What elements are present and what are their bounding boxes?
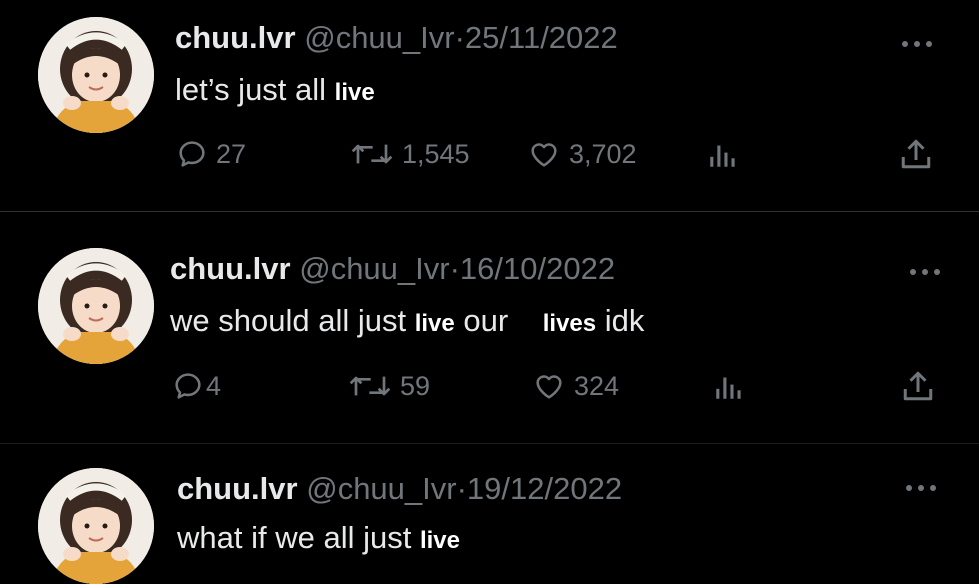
action-bar: 4 59 324 [0, 364, 979, 408]
avatar-image [38, 248, 154, 364]
separator: · [456, 471, 467, 506]
separator: · [449, 251, 460, 286]
reply-button[interactable]: 27 [176, 132, 246, 176]
views-button[interactable] [712, 364, 746, 408]
avatar[interactable] [38, 17, 154, 133]
retweet-icon [349, 376, 391, 396]
more-button[interactable] [902, 480, 940, 491]
username-handle[interactable]: @chuu_Ivr [299, 251, 449, 286]
share-icon [903, 371, 933, 401]
views-icon [710, 145, 735, 167]
retweet-icon [351, 144, 393, 164]
display-name[interactable]: chuu.lvr [175, 20, 296, 55]
action-bar: 27 1,545 3,702 [0, 132, 979, 176]
username-handle[interactable]: @chuu_Ivr [306, 471, 456, 506]
username-handle[interactable]: @chuu_Ivr [304, 20, 454, 55]
tweet-date[interactable]: 19/12/2022 [467, 471, 622, 506]
tweet[interactable]: chuu.lvr @chuu_Ivr·25/11/2022 let’s just… [0, 0, 979, 210]
tweet[interactable]: chuu.lvr @chuu_Ivr·16/10/2022 we should … [0, 212, 979, 442]
tweet-date[interactable]: 16/10/2022 [460, 251, 615, 286]
reply-count: 4 [206, 370, 222, 401]
more-icon [902, 41, 932, 47]
tweet-text-bold-word: live [419, 527, 460, 554]
views-icon [716, 377, 741, 399]
heart-icon [536, 375, 562, 399]
tweet-text-part: idk [596, 303, 645, 338]
tweet[interactable]: chuu.lvr @chuu_Ivr·19/12/2022 what if we… [0, 444, 979, 584]
separator: · [454, 20, 465, 55]
retweet-count: 59 [400, 370, 431, 401]
share-button[interactable] [900, 364, 936, 408]
avatar-image [38, 17, 154, 133]
tweet-text-part: our [454, 303, 517, 338]
tweet-header: chuu.lvr @chuu_Ivr·19/12/2022 [177, 469, 622, 509]
display-name[interactable]: chuu.lvr [170, 251, 291, 286]
reply-icon [179, 141, 205, 167]
reply-button[interactable]: 4 [172, 364, 221, 408]
retweet-button[interactable]: 1,545 [350, 132, 470, 176]
more-icon [906, 485, 936, 491]
tweet-header: chuu.lvr @chuu_Ivr·16/10/2022 [170, 249, 615, 289]
avatar[interactable] [38, 248, 154, 364]
tweet-date[interactable]: 25/11/2022 [465, 20, 618, 55]
like-count: 324 [574, 370, 620, 401]
tweet-text-part: let’s just all [175, 72, 335, 107]
more-button[interactable] [906, 264, 944, 275]
tweet-text: we should all just live our lives idk [170, 301, 644, 344]
more-icon [910, 269, 940, 275]
reply-count: 27 [216, 138, 247, 169]
share-button[interactable] [898, 132, 934, 176]
reply-icon [175, 373, 201, 399]
tweet-text-part: what if we all just [177, 520, 420, 555]
tweet-text-bold-word: lives [542, 310, 597, 337]
retweet-button[interactable]: 59 [348, 364, 430, 408]
heart-icon [531, 143, 557, 167]
tweet-text-bold-word: live [414, 310, 455, 337]
tweet-text-part: we should all just [170, 303, 415, 338]
tweet-text-bold-word: live [334, 79, 375, 106]
like-button[interactable]: 324 [532, 364, 619, 408]
tweet-text: let’s just all live [175, 70, 375, 113]
like-button[interactable]: 3,702 [527, 132, 637, 176]
retweet-count: 1,545 [402, 138, 470, 169]
share-icon [901, 139, 931, 169]
like-count: 3,702 [569, 138, 637, 169]
more-button[interactable] [898, 36, 936, 47]
tweet-header: chuu.lvr @chuu_Ivr·25/11/2022 [175, 18, 618, 58]
views-button[interactable] [706, 132, 740, 176]
tweet-text: what if we all just live [177, 518, 460, 561]
display-name[interactable]: chuu.lvr [177, 471, 298, 506]
